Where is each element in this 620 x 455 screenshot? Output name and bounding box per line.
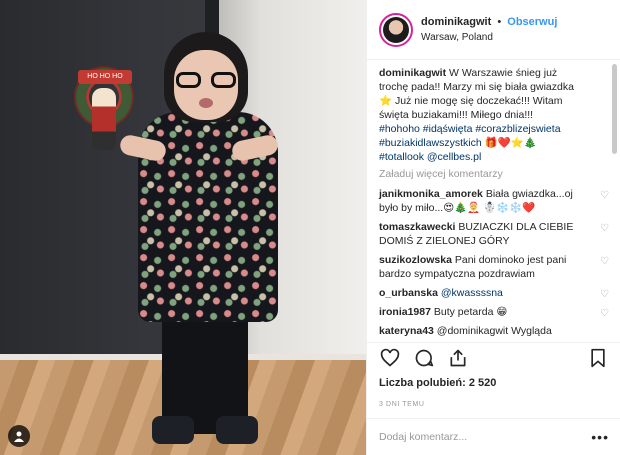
follow-button[interactable]: Obserwuj — [507, 16, 557, 28]
load-more-comments-button[interactable]: Załaduj więcej komentarzy — [379, 167, 586, 181]
bookmark-icon[interactable] — [587, 347, 609, 369]
comment-item: tomaszkawecki BUZIACZKI DLA CIEBIE DOMIŚ… — [379, 220, 609, 248]
comment-text[interactable]: @kwassssna — [441, 287, 503, 299]
comment-like-icon[interactable]: ♡ — [600, 288, 610, 300]
comment-icon[interactable] — [413, 347, 435, 369]
comment-username[interactable]: kateryna43 — [379, 325, 434, 337]
comment-item: ironia1987 Buty petarda 😁 ♡ — [379, 305, 609, 319]
caption-username[interactable]: dominikagwit — [379, 67, 446, 79]
add-comment-input[interactable] — [379, 431, 586, 443]
comment-item: suzikozlowska Pani dominoko jest pani ba… — [379, 253, 609, 281]
comment-text: @dominikagwit Wygląda — [436, 325, 552, 337]
comments-scrollbar[interactable] — [612, 64, 617, 154]
comment-like-icon[interactable]: ♡ — [600, 222, 610, 234]
comment-text: Buty petarda 😁 — [433, 306, 508, 318]
comment-like-icon[interactable]: ♡ — [600, 255, 610, 267]
person-boot-right — [216, 416, 258, 444]
person-lips — [199, 98, 213, 108]
person-boot-left — [152, 416, 194, 444]
comment-like-icon[interactable]: ♡ — [600, 307, 610, 319]
instagram-post: HO HO HO dominikagwit • Obserwuj Warsaw,… — [0, 0, 620, 455]
caption-hashtags-2[interactable]: #buziakidlawszystkich 🎁❤️⭐🎄 — [379, 136, 586, 150]
santa-figure — [92, 88, 116, 150]
post-photo[interactable]: HO HO HO — [0, 0, 366, 455]
comments-list[interactable]: dominikagwit W Warszawie śnieg już troch… — [367, 60, 620, 340]
comment-username[interactable]: o_urbanska — [379, 287, 438, 299]
likes-count[interactable]: Liczba polubień: 2 520 — [379, 377, 496, 389]
post-header-text: dominikagwit • Obserwuj Warsaw, Poland — [421, 14, 557, 46]
share-icon[interactable] — [447, 347, 469, 369]
comment-username[interactable]: janikmonika_amorek — [379, 188, 483, 200]
location-link[interactable]: Warsaw, Poland — [421, 30, 557, 46]
add-comment-bar: ••• — [367, 418, 620, 455]
post-timestamp: 3 DNI TEMU — [379, 401, 425, 408]
heart-icon[interactable] — [379, 347, 401, 369]
caption-hashtags-1[interactable]: #hohoho #idąświęta #corazblizejswieta — [379, 122, 586, 136]
person-glasses — [176, 72, 236, 88]
comment-item: o_urbanska @kwassssna ♡ — [379, 286, 609, 300]
post-actions — [367, 342, 620, 372]
post-header: dominikagwit • Obserwuj Warsaw, Poland — [367, 0, 620, 60]
comment-item: kateryna43 @dominikagwit Wygląda — [379, 324, 586, 338]
post-side-panel: dominikagwit • Obserwuj Warsaw, Poland d… — [366, 0, 620, 455]
tagged-user-icon[interactable] — [8, 425, 30, 447]
caption-totallook[interactable]: #totallook @cellbes.pl — [379, 150, 586, 164]
post-caption: dominikagwit W Warszawie śnieg już troch… — [379, 66, 586, 164]
header-username[interactable]: dominikagwit — [421, 16, 491, 28]
header-separator: • — [497, 15, 502, 28]
comment-username[interactable]: tomaszkawecki — [379, 221, 455, 233]
avatar[interactable] — [379, 12, 413, 47]
comment-like-icon[interactable]: ♡ — [600, 189, 610, 201]
comment-username[interactable]: suzikozlowska — [379, 254, 452, 266]
comment-username[interactable]: ironia1987 — [379, 306, 431, 318]
person-figure — [118, 30, 288, 450]
more-options-icon[interactable]: ••• — [591, 429, 609, 445]
comment-item: janikmonika_amorek Biała gwiazdka...oj b… — [379, 187, 609, 215]
